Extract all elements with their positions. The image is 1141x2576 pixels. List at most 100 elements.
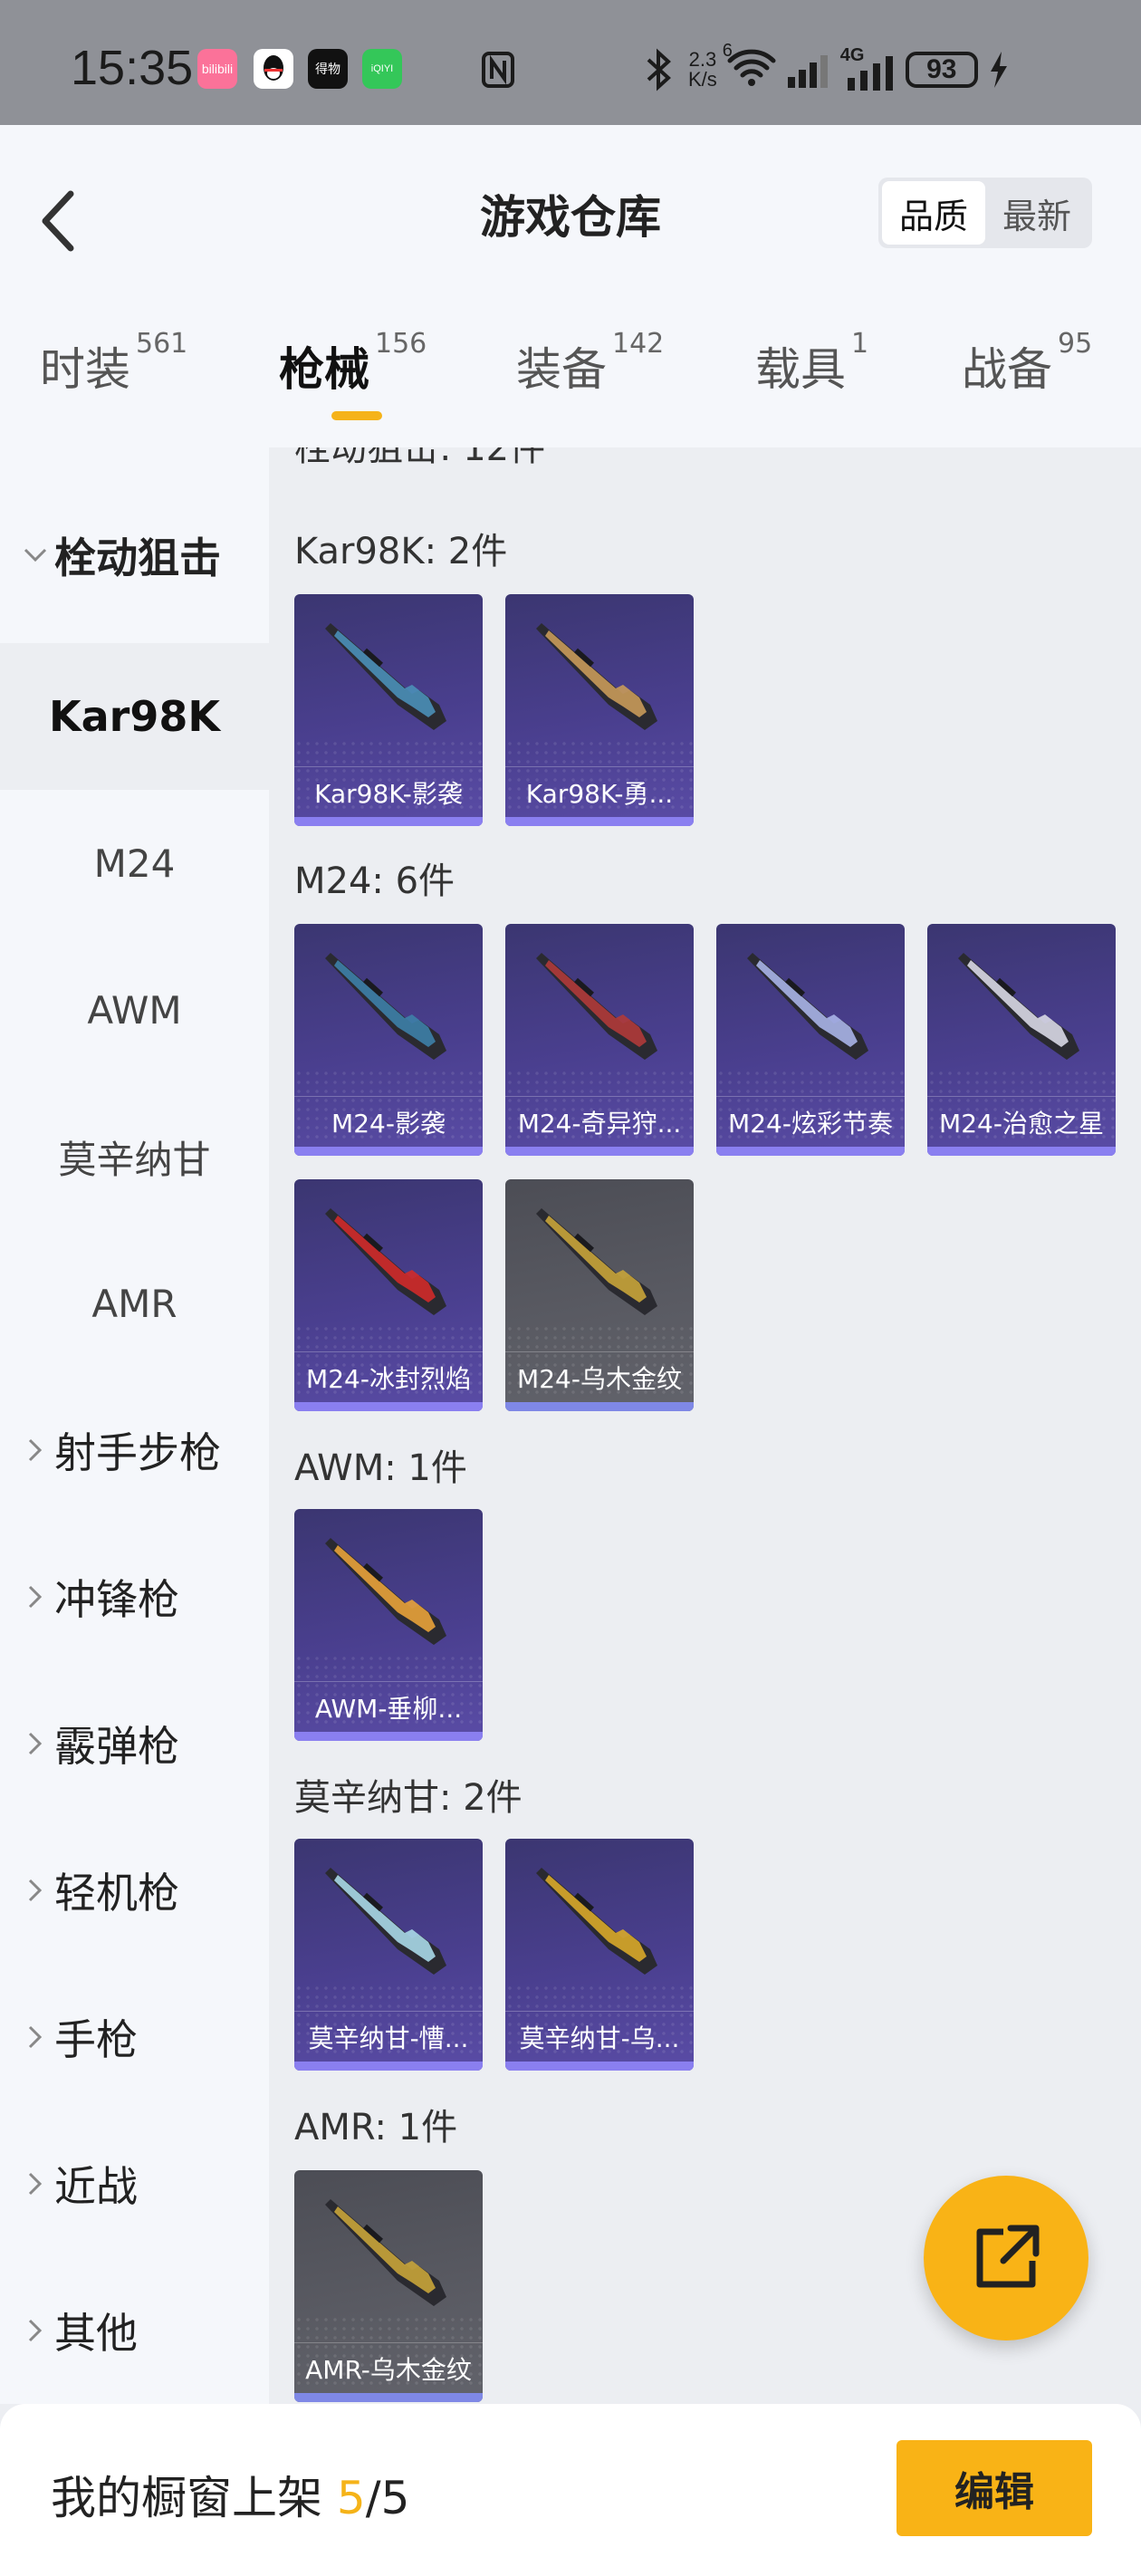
tab-equipment[interactable]: 装备 142 (516, 328, 664, 399)
sidebar-item-amr[interactable]: AMR (0, 1230, 269, 1377)
item-card[interactable]: M24-冰封烈焰 (294, 1179, 483, 1411)
rifle-icon (325, 1538, 446, 1645)
rarity-bar (294, 2062, 483, 2071)
item-card[interactable]: AWM-垂柳... (294, 1509, 483, 1741)
item-card[interactable]: 莫辛纳甘-慒... (294, 1839, 483, 2071)
item-card[interactable]: M24-乌木金纹 (505, 1179, 694, 1411)
bilibili-icon: bilibili (197, 49, 237, 89)
rifle-icon (325, 2199, 446, 2306)
sidebar-item-dmr[interactable]: 射手步枪 (0, 1377, 269, 1523)
tab-supplies[interactable]: 战备 95 (962, 328, 1092, 399)
rarity-bar (927, 1147, 1116, 1156)
rifle-icon (536, 1208, 657, 1315)
external-link-icon (976, 2225, 1040, 2288)
rarity-bar (505, 1402, 694, 1411)
showcase-count: 我的橱窗上架 5/5 (51, 2472, 410, 2524)
item-name: AMR-乌木金纹 (294, 2342, 483, 2393)
rifle-icon (325, 1208, 446, 1315)
item-name: M24-奇异狩... (505, 1096, 694, 1147)
sidebar-item-mosin[interactable]: 莫辛纳甘 (0, 1083, 269, 1230)
chevron-right-icon (28, 2025, 43, 2049)
status-right: 2.3 K/s 6 4G 93 (639, 41, 1009, 94)
rarity-bar (294, 1402, 483, 1411)
item-card[interactable]: M24-奇异狩... (505, 924, 694, 1156)
rifle-icon (325, 953, 446, 1060)
category-sidebar: 栓动狙击 Kar98K M24 AWM 莫辛纳甘 AMR 射手步枪 冲锋枪 霰弹… (0, 447, 269, 2404)
inventory-grid[interactable]: 栓动狙击: 12件 Kar98K: 2件 Kar98K-影袭 Kar98K-勇.… (269, 447, 1141, 2404)
battery-indicator: 93 (905, 52, 978, 88)
sidebar-item-awm[interactable]: AWM (0, 937, 269, 1083)
item-card[interactable]: AMR-乌木金纹 (294, 2170, 483, 2402)
sidebar-item-smg[interactable]: 冲锋枪 (0, 1523, 269, 1670)
item-name: M24-影袭 (294, 1096, 483, 1147)
item-name: 莫辛纳甘-慒... (294, 2011, 483, 2062)
sidebar-item-other[interactable]: 其他 (0, 2257, 269, 2404)
item-name: M24-治愈之星 (927, 1096, 1116, 1147)
sort-toggle: 品质 最新 (878, 178, 1092, 248)
qq-icon (254, 49, 293, 89)
section-title-m24: M24: 6件 (294, 860, 455, 902)
sort-newest-button[interactable]: 最新 (985, 181, 1088, 245)
sidebar-item-m24[interactable]: M24 (0, 790, 269, 937)
charging-icon (990, 52, 1007, 88)
signal-4g-icon: 4G (840, 45, 896, 91)
rarity-bar (505, 817, 694, 826)
rarity-bar (294, 817, 483, 826)
rarity-bar (505, 2062, 694, 2071)
share-button[interactable] (924, 2176, 1088, 2341)
tab-vehicles[interactable]: 载具 1 (755, 328, 868, 399)
tab-active-indicator (331, 411, 382, 420)
rifle-icon (536, 953, 657, 1060)
signal-icon (787, 55, 828, 88)
item-name: Kar98K-影袭 (294, 766, 483, 817)
nfc-icon (480, 45, 516, 94)
tab-fashion[interactable]: 时装 561 (40, 328, 187, 399)
sidebar-item-bolt-action[interactable]: 栓动狙击 (0, 482, 269, 629)
item-card[interactable]: M24-治愈之星 (927, 924, 1116, 1156)
item-card[interactable]: M24-炫彩节奏 (716, 924, 905, 1156)
sidebar-item-shotgun[interactable]: 霰弹枪 (0, 1670, 269, 1817)
rifle-icon (958, 953, 1079, 1060)
sidebar-item-melee[interactable]: 近战 (0, 2110, 269, 2257)
item-card[interactable]: 莫辛纳甘-乌... (505, 1839, 694, 2071)
item-name: 莫辛纳甘-乌... (505, 2011, 694, 2062)
section-title-kar98k: Kar98K: 2件 (294, 531, 508, 572)
rifle-icon (325, 623, 446, 730)
item-name: AWM-垂柳... (294, 1681, 483, 1732)
chevron-right-icon (28, 1438, 43, 1462)
status-bar: 15:35 bilibili 得物 iQIYI 2.3 K/s 6 4G 93 (0, 0, 1141, 125)
rarity-bar (505, 1147, 694, 1156)
rarity-bar (716, 1147, 905, 1156)
net-speed: 2.3 K/s (688, 48, 717, 91)
item-name: Kar98K-勇... (505, 766, 694, 817)
item-name: M24-乌木金纹 (505, 1351, 694, 1402)
section-title-partial: 栓动狙击: 12件 (294, 447, 546, 469)
section-title-mosin: 莫辛纳甘: 2件 (294, 1777, 523, 1819)
item-card[interactable]: Kar98K-勇... (505, 594, 694, 826)
chevron-down-icon (24, 548, 47, 562)
item-card[interactable]: Kar98K-影袭 (294, 594, 483, 826)
item-name: M24-冰封烈焰 (294, 1351, 483, 1402)
chevron-right-icon (28, 2319, 43, 2342)
header: 游戏仓库 品质 最新 时装 561 枪械 156 装备 142 载具 1 战备 95 (0, 125, 1141, 447)
sidebar-item-lmg[interactable]: 轻机枪 (0, 1817, 269, 1964)
edit-button[interactable]: 编辑 (896, 2440, 1092, 2536)
chevron-right-icon (28, 1585, 43, 1609)
iqiyi-icon: iQIYI (362, 49, 402, 89)
item-name: M24-炫彩节奏 (716, 1096, 905, 1147)
sidebar-item-pistol[interactable]: 手枪 (0, 1964, 269, 2110)
section-title-amr: AMR: 1件 (294, 2107, 458, 2148)
tab-guns[interactable]: 枪械 156 (279, 328, 427, 399)
rifle-icon (536, 1868, 657, 1975)
item-card[interactable]: M24-影袭 (294, 924, 483, 1156)
rifle-icon (325, 1868, 446, 1975)
sidebar-item-kar98k[interactable]: Kar98K (0, 643, 269, 790)
bluetooth-icon (647, 48, 671, 91)
sort-quality-button[interactable]: 品质 (882, 181, 985, 245)
rifle-icon (747, 953, 868, 1060)
wifi-icon: 6 (723, 41, 777, 94)
showcase-bar: 我的橱窗上架 5/5 编辑 (0, 2404, 1141, 2576)
rifle-icon (536, 623, 657, 730)
section-title-awm: AWM: 1件 (294, 1447, 467, 1489)
chevron-right-icon (28, 2172, 43, 2196)
